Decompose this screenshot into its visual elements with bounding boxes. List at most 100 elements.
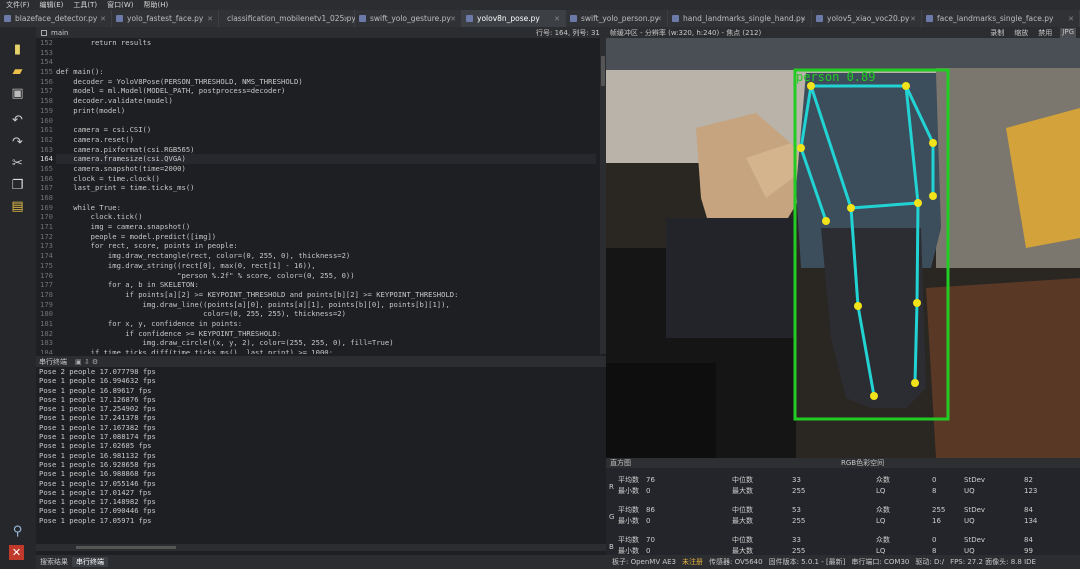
menu-edit[interactable]: 编辑(E) xyxy=(40,0,64,10)
keypoint xyxy=(911,379,919,387)
code-line: img.draw_line((points[a][0], points[a][1… xyxy=(56,299,450,309)
record-button[interactable]: 录制 xyxy=(988,28,1006,38)
tab-label: yolo_fastest_face.py xyxy=(127,14,204,23)
status-item: 串行端口: COM30 xyxy=(851,558,910,566)
terminal-title: 串行终端 xyxy=(39,357,67,366)
code-line: model = ml.Model(MODEL_PATH, postprocess… xyxy=(56,86,286,96)
stat-value: 255 xyxy=(792,517,806,525)
tab-yolov8n-pose[interactable]: yolov8n_pose.py ✕ xyxy=(462,10,566,27)
chair-back xyxy=(666,218,796,338)
terminal-line: Pose 1 people 17.126876 fps xyxy=(39,394,156,404)
menu-file[interactable]: 文件(F) xyxy=(6,0,30,10)
line-number: 153 xyxy=(40,47,53,57)
code-line: camera.snapshot(time=2000) xyxy=(56,163,186,173)
code-area[interactable]: return results def main(): decoder = Yolo… xyxy=(56,38,596,354)
terminal-line: Pose 1 people 17.055146 fps xyxy=(39,478,156,488)
undo-icon[interactable]: ↶ xyxy=(9,112,26,129)
tab-classification[interactable]: classification_mobilenetv1_025.py ✕ xyxy=(219,10,356,27)
terminal-line: Pose 1 people 17.01427 fps xyxy=(39,487,152,497)
stat-value: 0 xyxy=(932,536,937,544)
tab-label: classification_mobilenetv1_025.py xyxy=(227,14,356,23)
terminal-line: Pose 2 people 17.077798 fps xyxy=(39,367,156,376)
line-number: 155 xyxy=(40,67,53,77)
tab-label: swift_yolo_gesture.py xyxy=(370,14,451,23)
python-file-icon xyxy=(116,15,123,22)
serial-terminal[interactable]: Pose 2 people 17.077798 fps Pose 1 people… xyxy=(36,367,600,542)
paste-icon[interactable]: ▤ xyxy=(9,198,26,215)
tab-yolo-fastest-face[interactable]: yolo_fastest_face.py ✕ xyxy=(112,10,219,27)
disable-button[interactable]: 禁用 xyxy=(1036,28,1054,38)
keypoint xyxy=(929,139,937,147)
save-icon[interactable]: ▣ xyxy=(9,85,26,102)
redo-icon[interactable]: ↷ xyxy=(9,134,26,151)
tab-blazeface[interactable]: blazeface_detector.py ✕ xyxy=(0,10,112,27)
new-file-icon[interactable]: ▮ xyxy=(9,41,26,58)
terminal-line: Pose 1 people 16.89617 fps xyxy=(39,385,152,395)
histogram-panel: 直方图 RGB色彩空间 R 平均数 76 中位数 33 众数 0 StDev 82 最小数 0 最大数… xyxy=(606,458,1080,555)
line-number: 160 xyxy=(40,115,53,125)
tab-face-landmarks[interactable]: face_landmarks_single_face.py ✕ xyxy=(922,10,1080,27)
tab-swift-yolo-person[interactable]: swift_yolo_person.py ✕ xyxy=(566,10,668,27)
stat-label: 中位数 xyxy=(732,506,753,514)
stat-label: 中位数 xyxy=(732,536,753,544)
tab-label: face_landmarks_single_face.py xyxy=(937,14,1054,23)
stat-label: 最大数 xyxy=(732,487,753,495)
tab-hand-landmarks[interactable]: hand_landmarks_single_hand.py ✕ xyxy=(668,10,812,27)
close-icon[interactable]: ✕ xyxy=(207,15,213,23)
code-line: for rect, score, points in people: xyxy=(56,241,238,251)
stat-value: 33 xyxy=(792,536,801,544)
breadcrumb-label[interactable]: main xyxy=(51,29,69,37)
stat-value: 0 xyxy=(646,487,651,495)
terminal-line: Pose 1 people 17.254902 fps xyxy=(39,404,156,414)
copy-icon[interactable]: ❐ xyxy=(9,177,26,194)
tab-label: blazeface_detector.py xyxy=(15,14,98,23)
jpg-button[interactable]: JPG xyxy=(1060,27,1076,38)
terminal-tools-icon[interactable]: ▣ ⇩ ⚙ xyxy=(75,358,98,366)
stat-label: UQ xyxy=(964,487,975,495)
line-number: 162 xyxy=(40,134,53,144)
left-toolbar: ▮ ▰ ▣ ↶ ↷ ✂ ❐ ▤ ⚲ ✕ xyxy=(0,27,36,569)
tab-yolov5-xiao[interactable]: yolov5_xiao_voc20.py ✕ xyxy=(812,10,922,27)
line-number: 152 xyxy=(40,38,53,47)
menu-window[interactable]: 窗口(W) xyxy=(107,0,133,10)
code-editor[interactable]: 152 153 154 155 156 157 158 159 160 161 162 163 164 1… xyxy=(36,38,600,354)
close-icon[interactable]: ✕ xyxy=(800,15,806,23)
stop-icon[interactable]: ✕ xyxy=(9,545,24,560)
line-number: 159 xyxy=(40,105,53,115)
tab-serial-terminal[interactable]: 串行终端 xyxy=(72,557,108,567)
close-icon[interactable]: ✕ xyxy=(450,15,456,23)
stat-label: 平均数 xyxy=(618,476,639,484)
tab-search-results[interactable]: 搜索结果 xyxy=(36,557,72,567)
stat-label: 平均数 xyxy=(618,506,639,514)
cut-icon[interactable]: ✂ xyxy=(9,155,26,172)
line-number: 178 xyxy=(40,289,53,299)
close-icon[interactable]: ✕ xyxy=(554,15,560,23)
scrollbar-thumb[interactable] xyxy=(601,56,605,86)
tab-swift-yolo-gesture[interactable]: swift_yolo_gesture.py ✕ xyxy=(355,10,462,27)
zoom-button[interactable]: 缩放 xyxy=(1012,28,1030,38)
python-file-icon xyxy=(466,15,473,22)
framebuffer-preview: person 0.89 xyxy=(606,38,1080,458)
code-line: camera.framesize(csi.QVGA) xyxy=(56,154,596,164)
close-icon[interactable]: ✕ xyxy=(656,15,662,23)
open-folder-icon[interactable]: ▰ xyxy=(9,63,26,80)
connect-icon[interactable]: ⚲ xyxy=(9,523,26,540)
line-number: 165 xyxy=(40,163,53,173)
status-item: 固件版本: 5.0.1 - [最新] xyxy=(768,558,846,566)
scrollbar-thumb[interactable] xyxy=(76,546,176,549)
close-icon[interactable]: ✕ xyxy=(1068,15,1074,23)
close-icon[interactable]: ✕ xyxy=(343,15,349,23)
close-icon[interactable]: ✕ xyxy=(910,15,916,23)
python-file-icon xyxy=(4,15,11,22)
menu-help[interactable]: 帮助(H) xyxy=(144,0,169,10)
terminal-scrollbar[interactable] xyxy=(36,544,606,551)
close-icon[interactable]: ✕ xyxy=(100,15,106,23)
framebuffer-info: 帧缓冲区 - 分辨率 (w:320, h:240) - 焦点 (212) xyxy=(609,28,762,37)
code-line: for a, b in SKELETON: xyxy=(56,280,199,290)
python-file-icon xyxy=(926,15,933,22)
menu-tools[interactable]: 工具(T) xyxy=(73,0,97,10)
code-line: print(model) xyxy=(56,105,126,115)
code-line: def main(): xyxy=(56,67,104,77)
colorspace-select[interactable]: RGB色彩空间 xyxy=(841,458,884,468)
